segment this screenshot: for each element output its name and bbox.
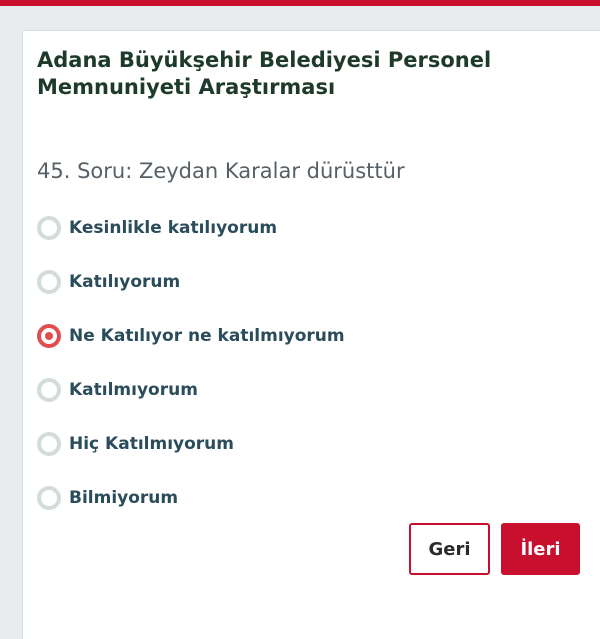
- next-button[interactable]: İleri: [501, 523, 580, 575]
- option-hic-katilmiyorum[interactable]: Hiç Katılmıyorum: [37, 417, 345, 471]
- survey-title: Adana Büyükşehir Belediyesi Personel Mem…: [37, 48, 492, 99]
- top-accent-bar: [0, 0, 600, 6]
- option-label: Katılıyorum: [69, 272, 181, 292]
- radio-button-icon[interactable]: [37, 324, 61, 348]
- option-label: Kesinlikle katılıyorum: [69, 218, 278, 238]
- radio-button-icon[interactable]: [37, 432, 61, 456]
- option-bilmiyorum[interactable]: Bilmiyorum: [37, 471, 345, 525]
- radio-button-icon[interactable]: [37, 378, 61, 402]
- option-kesinlikle-katiliyorum[interactable]: Kesinlikle katılıyorum: [37, 201, 345, 255]
- option-label: Hiç Katılmıyorum: [69, 434, 234, 454]
- option-label: Bilmiyorum: [69, 488, 179, 508]
- answer-options: Kesinlikle katılıyorum Katılıyorum Ne Ka…: [37, 201, 345, 525]
- radio-button-icon[interactable]: [37, 216, 61, 240]
- back-button[interactable]: Geri: [409, 523, 490, 575]
- option-katiliyorum[interactable]: Katılıyorum: [37, 255, 345, 309]
- option-label: Katılmıyorum: [69, 380, 198, 400]
- option-katilmiyorum[interactable]: Katılmıyorum: [37, 363, 345, 417]
- radio-button-icon[interactable]: [37, 270, 61, 294]
- option-label: Ne Katılıyor ne katılmıyorum: [69, 326, 345, 346]
- survey-card: Adana Büyükşehir Belediyesi Personel Mem…: [22, 30, 600, 639]
- question-text: 45. Soru: Zeydan Karalar dürüsttür: [37, 159, 405, 183]
- radio-button-icon[interactable]: [37, 486, 61, 510]
- option-ne-katiliyor-ne-katilmiyorum[interactable]: Ne Katılıyor ne katılmıyorum: [37, 309, 345, 363]
